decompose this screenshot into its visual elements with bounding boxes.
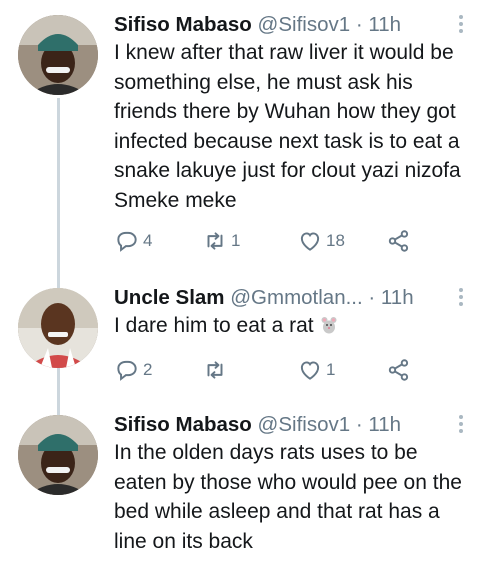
tweet-header: Uncle Slam @Gmmotlan... · 11h (114, 283, 466, 313)
retweet-count: 1 (231, 231, 241, 250)
timestamp[interactable]: 11h (368, 13, 401, 36)
like-button[interactable]: 1 (297, 355, 335, 385)
retweet-icon (207, 361, 223, 379)
like-icon (300, 361, 320, 380)
tweet-text: I knew after that raw liver it would be … (114, 41, 461, 212)
display-name[interactable]: Sifiso Mabaso (114, 13, 252, 36)
separator-dot: · (355, 13, 363, 36)
user-handle[interactable]: @Sifisov1 (258, 413, 351, 436)
share-button[interactable] (386, 226, 412, 256)
tweet[interactable]: Sifiso Mabaso @Sifisov1 · 11h I knew aft… (0, 10, 480, 280)
tweet-header: Sifiso Mabaso @Sifisov1 · 11h (114, 410, 466, 440)
separator-dot: · (368, 286, 376, 309)
reply-count: 4 (143, 231, 153, 250)
retweet-icon (207, 232, 223, 250)
timestamp[interactable]: 11h (381, 286, 414, 309)
display-name[interactable]: Sifiso Mabaso (114, 413, 252, 436)
tweet-text: I dare him to eat a rat (114, 311, 466, 341)
tweet[interactable]: Uncle Slam @Gmmotlan... · 11h I dare him… (0, 283, 480, 403)
reply-icon (117, 360, 137, 381)
tweet-actions: 2 1 (114, 355, 466, 385)
retweet-button[interactable]: 1 (202, 226, 240, 256)
tweet-text: In the olden days rats uses to be eaten … (114, 441, 462, 553)
more-icon[interactable] (456, 285, 466, 311)
share-icon (388, 230, 409, 252)
rat-emoji (321, 317, 337, 334)
tweet[interactable]: Sifiso Mabaso @Sifisov1 · 11h In the old… (0, 410, 480, 568)
tweet-header: Sifiso Mabaso @Sifisov1 · 11h (114, 10, 466, 40)
more-icon[interactable] (456, 412, 466, 438)
like-count: 18 (326, 231, 345, 250)
retweet-button[interactable] (202, 355, 231, 385)
like-count: 1 (326, 360, 336, 379)
share-button[interactable] (386, 355, 412, 385)
separator-dot: · (355, 413, 363, 436)
like-button[interactable]: 18 (297, 226, 345, 256)
reply-button[interactable]: 4 (114, 226, 152, 256)
tweet-text-content: I dare him to eat a rat (114, 314, 314, 337)
more-icon[interactable] (456, 12, 466, 38)
user-handle[interactable]: @Sifisov1 (258, 13, 351, 36)
avatar[interactable] (18, 415, 98, 495)
timestamp[interactable]: 11h (368, 413, 401, 436)
reply-button[interactable]: 2 (114, 355, 152, 385)
tweet-actions: 4 1 18 (114, 226, 466, 256)
share-icon (388, 359, 409, 381)
like-icon (300, 232, 320, 251)
reply-icon (117, 231, 137, 252)
reply-count: 2 (143, 360, 153, 379)
display-name[interactable]: Uncle Slam (114, 286, 225, 309)
user-handle[interactable]: @Gmmotlan... (230, 286, 362, 309)
avatar[interactable] (18, 288, 98, 368)
avatar[interactable] (18, 15, 98, 95)
